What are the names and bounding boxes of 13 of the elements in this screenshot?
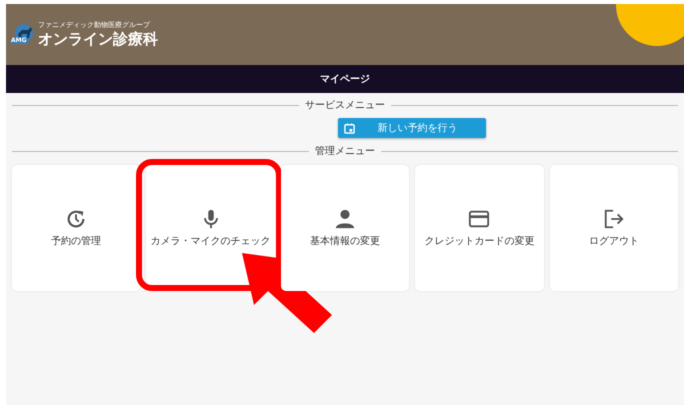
menu-card[interactable]: 基本情報の変更 [280,165,410,291]
calendar-icon [344,122,355,134]
logout-icon [602,208,625,230]
credit-card-icon [468,208,490,230]
clock-icon [65,208,88,230]
section-title: サービスメニュー [305,99,385,112]
section-title: 管理メニュー [315,145,375,158]
site-title: オンライン診療科 [38,30,158,48]
menu-card[interactable]: ログアウト [550,165,678,291]
page-title: マイページ [320,73,370,86]
menu-card[interactable]: クレジットカードの変更 [415,165,544,291]
menu-card[interactable]: 予約の管理 [12,165,140,291]
person-icon [334,208,356,230]
